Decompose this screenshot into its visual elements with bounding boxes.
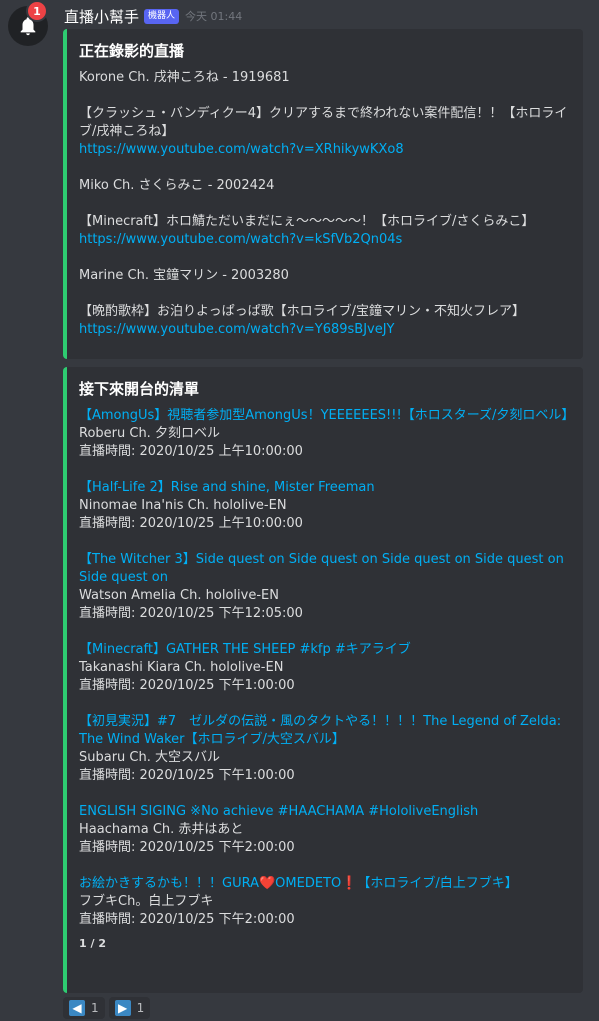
timestamp: 今天 01:44 [185,10,243,23]
reaction-count: 1 [91,1001,99,1015]
live-item-link[interactable]: https://www.youtube.com/watch?v=kSfVb2Qn… [79,231,571,249]
upcoming-item-time: 直播時間: 2020/10/25 下午1:00:00 [79,678,295,693]
live-item-channel: Marine Ch. 宝鐘マリン - 2003280 [79,268,289,283]
live-embed: 正在錄影的直播 Korone Ch. 戌神ころね - 1919681 【クラッシ… [63,29,583,359]
reaction-next-page[interactable]: ▶ 1 [108,997,151,1019]
upcoming-item-title[interactable]: 【初見実況】#7 ゼルダの伝説・風のタクトやる！！！！The Legend of… [79,713,571,749]
upcoming-item-channel: Subaru Ch. 大空スバル [79,750,221,765]
message-header: 直播小幫手 機器人 今天 01:44 [64,5,242,27]
upcoming-item-title[interactable]: 【Minecraft】GATHER THE SHEEP #kfp #キアライブ [79,641,571,659]
embed-title: 接下來開台的清單 [79,380,200,398]
upcoming-item-title[interactable]: 【Half-Life 2】Rise and shine, Mister Free… [79,479,571,497]
live-item-title: 【晩酌歌枠】お泊りよっぱっぱ歌【ホロライブ/宝鐘マリン・不知火フレア】 [79,304,525,319]
upcoming-item-channel: Watson Amelia Ch. hololive-EN [79,588,279,603]
upcoming-item-time: 直播時間: 2020/10/25 上午10:00:00 [79,444,303,459]
upcoming-item-title[interactable]: 【The Witcher 3】Side quest on Side quest … [79,551,571,587]
upcoming-item-time: 直播時間: 2020/10/25 上午10:00:00 [79,516,303,531]
embed-title: 正在錄影的直播 [79,42,185,60]
live-item-title: 【Minecraft】ホロ鯖ただいまだにぇ～～～～～！【ホロライブ/さくらみこ】 [79,214,535,229]
upcoming-item-channel: Ninomae Ina'nis Ch. hololive-EN [79,498,287,513]
upcoming-item-channel: Takanashi Kiara Ch. hololive-EN [79,660,284,675]
left-arrow-icon: ◀ [69,1000,85,1016]
live-item-link[interactable]: https://www.youtube.com/watch?v=Y689sBJv… [79,321,571,339]
upcoming-item-title[interactable]: ENGLISH SIGING ※No achieve #HAACHAMA #Ho… [79,803,571,821]
reaction-prev-page[interactable]: ◀ 1 [63,997,105,1019]
upcoming-item-time: 直播時間: 2020/10/25 下午2:00:00 [79,840,295,855]
username[interactable]: 直播小幫手 [64,6,139,27]
reaction-count: 1 [136,1001,145,1015]
bot-tag: 機器人 [144,8,180,24]
notification-badge: 1 [26,0,48,22]
live-item-channel: Miko Ch. さくらみこ - 2002424 [79,178,275,193]
upcoming-item-time: 直播時間: 2020/10/25 下午2:00:00 [79,912,295,927]
upcoming-item-time: 直播時間: 2020/10/25 下午12:05:00 [79,606,303,621]
upcoming-item-title[interactable]: お絵かきするかも！！！GURA❤️OMEDETO❗【ホロライブ/白上フブキ】 [79,875,571,893]
live-item-link[interactable]: https://www.youtube.com/watch?v=XRhikywK… [79,141,571,159]
upcoming-item-channel: Roberu Ch. 夕刻ロベル [79,426,220,441]
embed-footer-page: 1 / 2 [79,937,106,950]
right-arrow-icon: ▶ [114,1000,131,1016]
live-item-channel: Korone Ch. 戌神ころね - 1919681 [79,70,290,85]
upcoming-item-channel: フブキCh。白上フブキ [79,894,214,909]
upcoming-item-channel: Haachama Ch. 赤井はあと [79,822,244,837]
reactions-bar: ◀ 1 ▶ 1 [63,997,151,1019]
live-item-title: 【クラッシュ・バンディクー4】クリアするまで終われない案件配信！！【ホロライブ/… [79,106,568,139]
upcoming-item-time: 直播時間: 2020/10/25 下午1:00:00 [79,768,295,783]
upcoming-embed: 接下來開台的清單 【AmongUs】視聴者参加型AmongUs！YEEEEEES… [63,367,583,993]
upcoming-item-title[interactable]: 【AmongUs】視聴者参加型AmongUs！YEEEEEES!!!【ホロスター… [79,407,574,425]
